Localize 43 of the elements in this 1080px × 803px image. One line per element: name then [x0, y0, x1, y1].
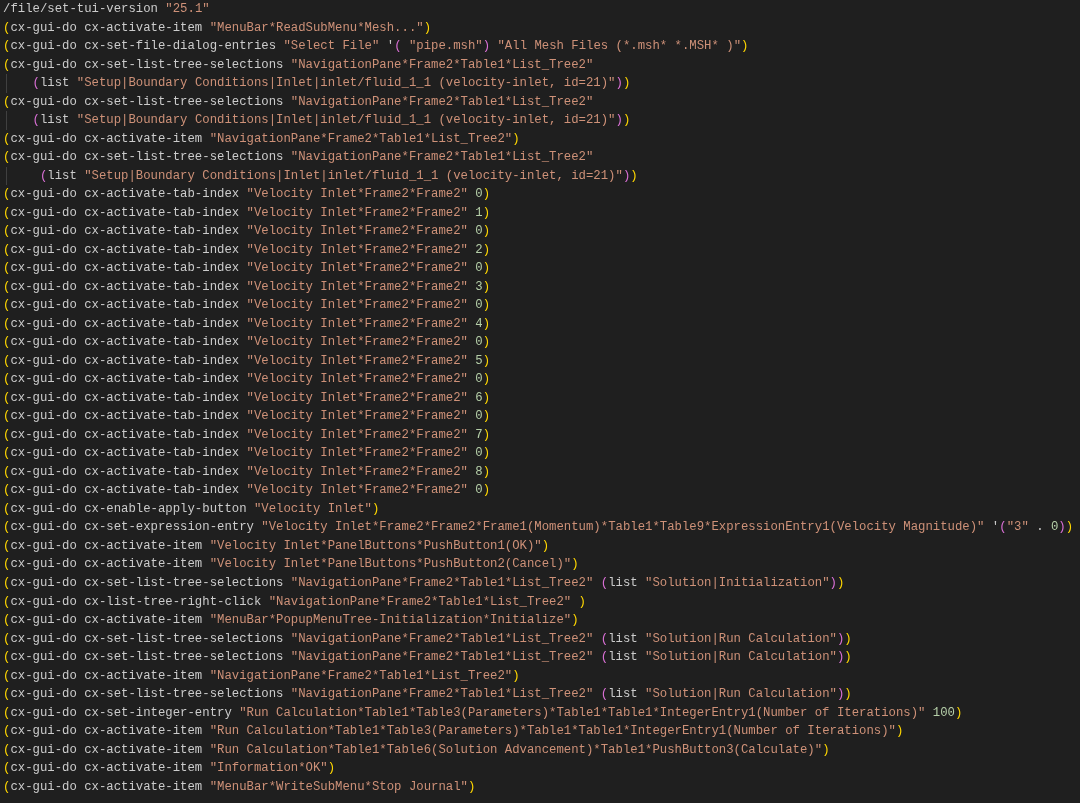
code-line: (cx-gui-do cx-set-list-tree-selections "NavigationPane*Frame2*Table1*List_Tree2" — [3, 150, 594, 165]
code-line: (cx-gui-do cx-activate-item "Run Calculation*Table1*Table3(Parameters)*Table1*Table1*IntegerEntry1(Number of Iterations)") — [3, 724, 904, 739]
code-line: (cx-gui-do cx-set-expression-entry "Velocity Inlet*Frame2*Frame2*Frame1(Momentum)*Table1*Table9*ExpressionEntry1(Velocity Magnitude)" '("3" . 0)) — [3, 520, 1074, 535]
code-line: (cx-gui-do cx-set-list-tree-selections "NavigationPane*Frame2*Table1*List_Tree2" — [3, 94, 594, 109]
code-line: (cx-gui-do cx-activate-tab-index "Velocity Inlet*Frame2*Frame2" 0) — [3, 187, 491, 202]
code-line: (cx-gui-do cx-activate-tab-index "Velocity Inlet*Frame2*Frame2" 0) — [3, 446, 491, 461]
code-line: (cx-gui-do cx-activate-tab-index "Velocity Inlet*Frame2*Frame2" 4) — [3, 316, 491, 331]
code-line: (list "Setup|Boundary Conditions|Inlet|inlet/fluid_1_1 (velocity-inlet, id=21)")) — [38, 168, 638, 183]
code-line: (cx-gui-do cx-activate-tab-index "Velocity Inlet*Frame2*Frame2" 0) — [3, 372, 491, 387]
code-line: (cx-gui-do cx-activate-tab-index "Velocity Inlet*Frame2*Frame2" 0) — [3, 224, 491, 239]
code-line: (cx-gui-do cx-set-list-tree-selections "NavigationPane*Frame2*Table1*List_Tree2" (list "Solution|Initialization")) — [3, 576, 845, 590]
code-line: (cx-gui-do cx-list-tree-right-click "NavigationPane*Frame2*Table1*List_Tree2" ) — [3, 594, 586, 609]
code-line: (cx-gui-do cx-activate-item "NavigationPane*Frame2*Table1*List_Tree2") — [3, 668, 520, 683]
code-line: (cx-gui-do cx-activate-tab-index "Velocity Inlet*Frame2*Frame2" 1) — [3, 205, 491, 220]
code-line: (cx-gui-do cx-activate-item "Run Calculation*Table1*Table6(Solution Advancement)*Table1*PushButton3(Calculate)") — [3, 742, 830, 757]
code-line: (cx-gui-do cx-activate-tab-index "Velocity Inlet*Frame2*Frame2" 7) — [3, 427, 491, 442]
code-line: (cx-gui-do cx-activate-tab-index "Velocity Inlet*Frame2*Frame2" 0) — [3, 261, 491, 276]
code-line: (cx-gui-do cx-set-file-dialog-entries "Select File" '( "pipe.msh") "All Mesh Files (*.msh* *.MSH* )") — [3, 39, 749, 54]
code-line: (cx-gui-do cx-activate-item "Information*OK") — [3, 761, 336, 776]
code-line: (cx-gui-do cx-set-list-tree-selections "NavigationPane*Frame2*Table1*List_Tree2" (list "Solution|Run Calculation")) — [3, 650, 852, 665]
code-line: (cx-gui-do cx-set-list-tree-selections "NavigationPane*Frame2*Table1*List_Tree2" — [3, 57, 594, 72]
code-line: (cx-gui-do cx-activate-tab-index "Velocity Inlet*Frame2*Frame2" 6) — [3, 390, 491, 405]
code-line: (cx-gui-do cx-set-list-tree-selections "NavigationPane*Frame2*Table1*List_Tree2" (list "Solution|Run Calculation")) — [3, 631, 852, 646]
code-line: (cx-gui-do cx-activate-item "Velocity Inlet*PanelButtons*PushButton2(Cancel)") — [3, 557, 579, 572]
code-line: (list "Setup|Boundary Conditions|Inlet|inlet/fluid_1_1 (velocity-inlet, id=21)")) — [31, 76, 631, 91]
code-line: (cx-gui-do cx-activate-tab-index "Velocity Inlet*Frame2*Frame2" 0) — [3, 298, 491, 313]
code-line: /file/set-tui-version "25.1" — [3, 2, 210, 16]
code-line: (cx-gui-do cx-activate-tab-index "Velocity Inlet*Frame2*Frame2" 0) — [3, 409, 491, 424]
code-line: (cx-gui-do cx-activate-tab-index "Velocity Inlet*Frame2*Frame2" 3) — [3, 279, 491, 294]
code-line: (cx-gui-do cx-activate-item "MenuBar*PopupMenuTree-Initialization*Initialize") — [3, 613, 579, 627]
code-line: (cx-gui-do cx-set-list-tree-selections "NavigationPane*Frame2*Table1*List_Tree2" (list "Solution|Run Calculation")) — [3, 687, 852, 702]
code-line: (cx-gui-do cx-activate-item "MenuBar*ReadSubMenu*Mesh...") — [3, 20, 432, 35]
code-line: (cx-gui-do cx-activate-tab-index "Velocity Inlet*Frame2*Frame2" 8) — [3, 464, 491, 479]
code-line: (cx-gui-do cx-set-integer-entry "Run Calculation*Table1*Table3(Parameters)*Table1*Table1*IntegerEntry1(Number of Iterations)" 100) — [3, 705, 963, 720]
code-line: (cx-gui-do cx-activate-item "NavigationPane*Frame2*Table1*List_Tree2") — [3, 131, 520, 146]
code-line: (cx-gui-do cx-activate-item "Velocity Inlet*PanelButtons*PushButton1(OK)") — [3, 538, 550, 553]
code-line: (cx-gui-do cx-activate-tab-index "Velocity Inlet*Frame2*Frame2" 0) — [3, 483, 491, 498]
code-line: (cx-gui-do cx-activate-item "MenuBar*WriteSubMenu*Stop Journal") — [3, 779, 476, 794]
code-line: (cx-gui-do cx-activate-tab-index "Velocity Inlet*Frame2*Frame2" 0) — [3, 335, 491, 350]
code-line: (cx-gui-do cx-activate-tab-index "Velocity Inlet*Frame2*Frame2" 2) — [3, 242, 491, 257]
code-line: (cx-gui-do cx-activate-tab-index "Velocity Inlet*Frame2*Frame2" 5) — [3, 353, 491, 368]
code-line: (list "Setup|Boundary Conditions|Inlet|inlet/fluid_1_1 (velocity-inlet, id=21)")) — [31, 113, 631, 128]
code-line: (cx-gui-do cx-enable-apply-button "Velocity Inlet") — [3, 501, 380, 516]
